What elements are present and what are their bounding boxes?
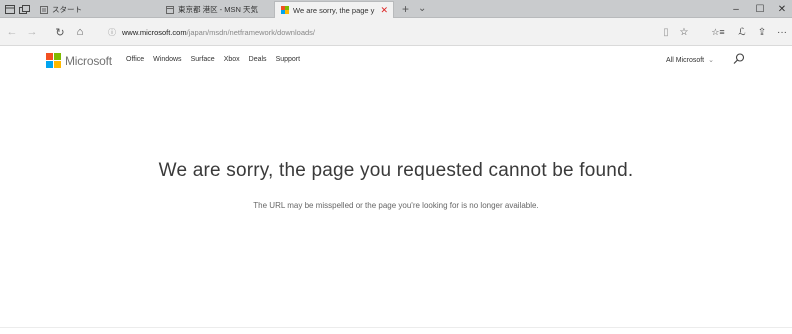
url-path: /japan/msdn/netframework/downloads/ <box>186 27 315 37</box>
forward-arrow-icon[interactable]: → <box>24 25 40 39</box>
all-microsoft-menu[interactable]: All Microsoft ⌄ <box>666 56 714 64</box>
new-tab-button[interactable]: + <box>402 2 409 16</box>
logo-text: Microsoft <box>65 53 112 68</box>
url-field[interactable]: ⓘ www.microsoft.com /japan/msdn/netframe… <box>108 23 668 41</box>
reading-view-icon[interactable]: ▯ <box>658 25 674 39</box>
error-subtitle: The URL may be misspelled or the page yo… <box>253 201 539 210</box>
url-host: www.microsoft.com <box>122 27 187 37</box>
close-tab-icon[interactable]: ✕ <box>380 5 388 15</box>
logo-square <box>46 53 53 60</box>
site-header: Microsoft Office Windows Surface Xbox De… <box>0 46 792 74</box>
page-icon <box>166 5 174 14</box>
back-arrow-icon[interactable]: ← <box>4 25 20 39</box>
tab-start[interactable]: スタート <box>34 1 120 18</box>
tab-error-page[interactable]: We are sorry, the page y ✕ <box>274 1 394 18</box>
minimize-icon[interactable]: – <box>724 0 748 18</box>
logo-square <box>54 53 61 60</box>
search-icon[interactable] <box>732 52 746 66</box>
address-bar: ← → ↻ ⌂ ⓘ www.microsoft.com /japan/msdn/… <box>0 18 792 46</box>
logo-square <box>54 61 61 68</box>
nav-surface[interactable]: Surface <box>191 56 215 63</box>
start-page-icon <box>40 5 48 14</box>
nav-xbox[interactable]: Xbox <box>224 56 240 63</box>
tab-label: We are sorry, the page y <box>293 5 375 15</box>
web-notes-icon[interactable]: ℒ <box>734 25 750 39</box>
microsoft-icon <box>281 6 289 14</box>
site-info-icon[interactable]: ⓘ <box>108 27 116 38</box>
refresh-icon[interactable]: ↻ <box>52 25 68 39</box>
all-microsoft-label: All Microsoft <box>666 57 705 64</box>
maximize-icon[interactable]: ☐ <box>748 0 772 18</box>
nav-deals[interactable]: Deals <box>249 56 267 63</box>
tab-label: スタート <box>52 5 82 14</box>
tab-weather[interactable]: 東京都 港区 - MSN 天気 <box>160 1 270 18</box>
home-icon[interactable]: ⌂ <box>72 25 88 39</box>
error-title: We are sorry, the page you requested can… <box>158 160 634 181</box>
logo-square <box>46 61 53 68</box>
microsoft-logo-icon <box>46 53 61 68</box>
nav-office[interactable]: Office <box>126 56 144 63</box>
share-icon[interactable]: ⇪ <box>754 25 770 39</box>
favorites-hub-icon[interactable]: ☆≡ <box>708 25 728 39</box>
tabs-preview-icon[interactable] <box>18 3 30 15</box>
chevron-down-icon: ⌄ <box>708 57 714 64</box>
tab-strip: スタート 東京都 港区 - MSN 天気 We are sorry, the p… <box>0 0 792 18</box>
site-nav: Office Windows Surface Xbox Deals Suppor… <box>126 56 300 63</box>
close-icon[interactable]: ✕ <box>770 0 792 18</box>
microsoft-logo[interactable]: Microsoft <box>46 53 112 68</box>
tab-label: 東京都 港区 - MSN 天気 <box>178 5 258 14</box>
tab-list-chevron-icon[interactable]: ⌄ <box>418 2 426 16</box>
favorite-star-icon[interactable]: ☆ <box>676 25 692 39</box>
more-icon[interactable]: ··· <box>774 25 790 39</box>
nav-support[interactable]: Support <box>276 56 301 63</box>
footer-divider <box>0 327 792 328</box>
nav-windows[interactable]: Windows <box>153 56 181 63</box>
tabs-set-aside-icon[interactable] <box>4 3 16 15</box>
